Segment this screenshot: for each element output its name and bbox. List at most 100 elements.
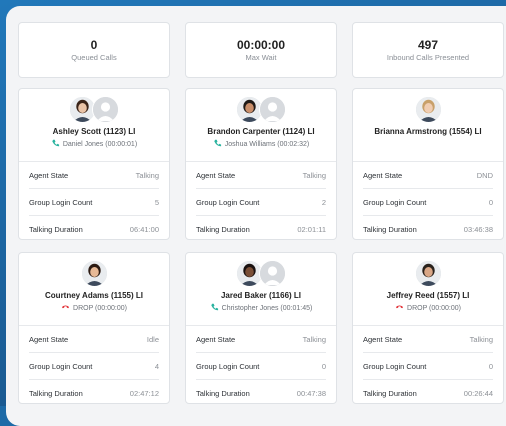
agent-state-value: Talking [302, 334, 326, 344]
agent-state-label: Agent State [29, 334, 69, 344]
talking-duration-value: 00:26:44 [463, 388, 493, 398]
agent-state-label: Agent State [196, 170, 236, 180]
agent-card[interactable]: Ashley Scott (1123) LI Daniel Jones (00:… [18, 88, 170, 240]
group-login-label: Group Login Count [196, 197, 260, 207]
caller-avatar-placeholder [259, 260, 286, 287]
agent-state-label: Agent State [363, 170, 403, 180]
agent-card[interactable]: Brianna Armstrong (1554) LI Agent State … [352, 88, 504, 240]
current-call-text: Christopher Jones (00:01:45) [221, 305, 313, 312]
agent-name: Brianna Armstrong (1554) LI [374, 127, 482, 136]
talking-duration-label: Talking Duration [363, 224, 417, 234]
avatar-group [19, 96, 169, 123]
talking-duration-label: Talking Duration [363, 388, 417, 398]
phone-hangup-icon [61, 303, 70, 311]
agent-card[interactable]: Courtney Adams (1155) LI DROP (00:00:00)… [18, 252, 170, 404]
talking-duration-label: Talking Duration [29, 388, 83, 398]
talking-duration-row: Talking Duration 00:26:44 [363, 380, 493, 406]
current-call: Daniel Jones (00:00:01) [19, 139, 169, 148]
talking-duration-label: Talking Duration [29, 224, 83, 234]
current-call-text: Daniel Jones (00:00:01) [62, 141, 138, 148]
phone-hangup-icon [395, 303, 404, 311]
caller-avatar-placeholder [92, 96, 119, 123]
agent-name: Ashley Scott (1123) LI [52, 127, 136, 136]
avatar [414, 260, 442, 287]
group-login-label: Group Login Count [29, 361, 93, 371]
talking-duration-value: 03:46:38 [463, 224, 493, 234]
stat-label: Queued Calls [71, 53, 117, 62]
phone-talking-icon [213, 139, 222, 147]
avatar [80, 260, 108, 287]
agent-state-row: Agent State Talking [196, 326, 326, 352]
avatar-group [186, 260, 336, 287]
talking-duration-label: Talking Duration [196, 388, 250, 398]
group-login-row: Group Login Count 5 [29, 189, 159, 215]
phone-talking-icon [210, 303, 219, 311]
avatar-group [186, 96, 336, 123]
stat-value: 497 [417, 38, 439, 52]
group-login-value: 0 [488, 197, 493, 207]
stat-value: 0 [90, 38, 98, 52]
talking-duration-row: Talking Duration 00:47:38 [196, 380, 326, 406]
stat-inbound-calls-presented: 497 Inbound Calls Presented [352, 22, 504, 78]
agent-name: Jared Baker (1166) LI [220, 291, 302, 300]
agent-state-value: Idle [146, 334, 159, 344]
agent-state-row: Agent State Idle [29, 326, 159, 352]
group-login-value: 0 [488, 361, 493, 371]
talking-duration-row: Talking Duration 03:46:38 [363, 216, 493, 242]
agent-state-row: Agent State DND [363, 162, 493, 188]
agent-card[interactable]: Jeffrey Reed (1557) LI DROP (00:00:00) A… [352, 252, 504, 404]
group-login-row: Group Login Count 0 [363, 353, 493, 379]
talking-duration-row: Talking Duration 02:01:11 [196, 216, 326, 242]
stat-label: Max Wait [245, 53, 277, 62]
agent-state-row: Agent State Talking [363, 326, 493, 352]
agent-state-label: Agent State [196, 334, 236, 344]
current-call: DROP (00:00:00) [19, 303, 169, 312]
talking-duration-value: 02:47:12 [129, 388, 159, 398]
agent-state-value: Talking [135, 170, 159, 180]
talking-duration-value: 06:41:00 [129, 224, 159, 234]
group-login-label: Group Login Count [29, 197, 93, 207]
talking-duration-row: Talking Duration 02:47:12 [29, 380, 159, 406]
agent-name: Jeffrey Reed (1557) LI [386, 291, 470, 300]
stat-queued-calls: 0 Queued Calls [18, 22, 170, 78]
group-login-row: Group Login Count 0 [196, 353, 326, 379]
agent-state-label: Agent State [29, 170, 69, 180]
agent-state-value: Talking [302, 170, 326, 180]
current-call-text: Joshua Williams (00:02:32) [224, 141, 310, 148]
agent-name: Brandon Carpenter (1124) LI [207, 127, 315, 136]
group-login-row: Group Login Count 0 [363, 189, 493, 215]
agent-state-row: Agent State Talking [196, 162, 326, 188]
current-call: DROP (00:00:00) [353, 303, 503, 312]
agent-state-value: DND [476, 170, 493, 180]
group-login-label: Group Login Count [363, 197, 427, 207]
current-call-text: DROP (00:00:00) [407, 305, 461, 312]
group-login-label: Group Login Count [196, 361, 260, 371]
talking-duration-row: Talking Duration 06:41:00 [29, 216, 159, 242]
stat-label: Inbound Calls Presented [386, 53, 470, 62]
group-login-value: 2 [321, 197, 326, 207]
agent-state-label: Agent State [363, 334, 403, 344]
avatar-group [19, 260, 169, 287]
group-login-value: 4 [154, 361, 159, 371]
current-call: Christopher Jones (00:01:45) [186, 303, 336, 312]
agent-card[interactable]: Jared Baker (1166) LI Christopher Jones … [185, 252, 337, 404]
avatar-group [353, 96, 503, 123]
talking-duration-value: 00:47:38 [296, 388, 326, 398]
agent-card[interactable]: Brandon Carpenter (1124) LI Joshua Willi… [185, 88, 337, 240]
phone-talking-icon [51, 139, 60, 147]
avatar-group [353, 260, 503, 287]
group-login-label: Group Login Count [363, 361, 427, 371]
current-call-text: DROP (00:00:00) [73, 305, 127, 312]
stat-value: 00:00:00 [236, 38, 286, 52]
agent-state-row: Agent State Talking [29, 162, 159, 188]
avatar [414, 96, 442, 123]
agent-state-value: Talking [469, 334, 493, 344]
agent-name: Courtney Adams (1155) LI [45, 291, 143, 300]
group-login-value: 5 [154, 197, 159, 207]
current-call: Joshua Williams (00:02:32) [186, 139, 336, 148]
talking-duration-label: Talking Duration [196, 224, 250, 234]
group-login-row: Group Login Count 4 [29, 353, 159, 379]
stat-max-wait: 00:00:00 Max Wait [185, 22, 337, 78]
caller-avatar-placeholder [259, 96, 286, 123]
group-login-value: 0 [321, 361, 326, 371]
